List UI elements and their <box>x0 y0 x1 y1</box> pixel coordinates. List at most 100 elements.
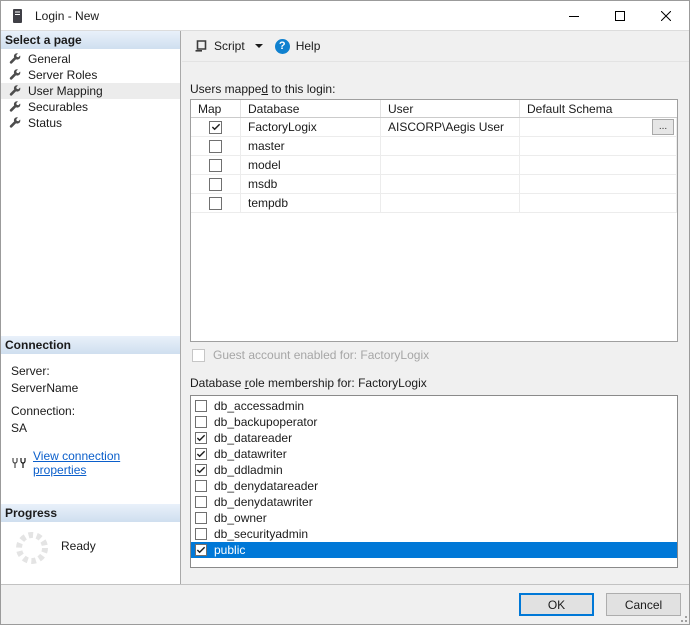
database-cell: FactoryLogix <box>241 118 381 136</box>
role-label: db_securityadmin <box>214 527 308 541</box>
minimize-button[interactable] <box>551 1 597 30</box>
sidebar-item-securables[interactable]: Securables <box>1 99 180 115</box>
role-membership-label-post: ole membership for: FactoryLogix <box>249 376 427 390</box>
page-list: GeneralServer RolesUser MappingSecurable… <box>1 49 180 336</box>
role-label: db_ddladmin <box>214 463 283 477</box>
role-checkbox[interactable] <box>195 496 207 508</box>
script-dropdown-arrow-icon[interactable] <box>255 44 263 52</box>
default-schema-cell: ... <box>520 118 677 136</box>
role-item-db-backupoperator[interactable]: db_backupoperator <box>191 414 677 430</box>
guest-account-label: Guest account enabled for: FactoryLogix <box>213 348 429 362</box>
map-cell <box>191 194 241 212</box>
sidebar-item-server-roles[interactable]: Server Roles <box>1 67 180 83</box>
role-checkbox[interactable] <box>195 416 207 428</box>
close-button[interactable] <box>643 1 689 30</box>
resize-grip[interactable] <box>678 613 687 622</box>
table-row[interactable]: tempdb <box>191 194 677 213</box>
map-cell <box>191 175 241 193</box>
table-row[interactable]: msdb <box>191 175 677 194</box>
user-mapping-page: Users mapped to this login: MapDatabaseU… <box>182 62 689 584</box>
sidebar-item-label: Securables <box>28 100 88 114</box>
table-body: FactoryLogixAISCORP\Aegis User...masterm… <box>191 118 677 213</box>
role-item-db-datareader[interactable]: db_datareader <box>191 430 677 446</box>
progress-header: Progress <box>1 504 180 522</box>
map-checkbox[interactable] <box>209 140 222 153</box>
select-a-page-header: Select a page <box>1 31 180 49</box>
help-button[interactable]: ? Help <box>270 36 326 57</box>
role-label: db_denydatareader <box>214 479 318 493</box>
role-item-db-denydatareader[interactable]: db_denydatareader <box>191 478 677 494</box>
sidebar-item-user-mapping[interactable]: User Mapping <box>1 83 180 99</box>
user-cell <box>381 156 520 174</box>
default-schema-cell <box>520 156 677 174</box>
role-checkbox[interactable] <box>195 432 207 444</box>
progress-status: Ready <box>61 539 96 553</box>
users-mapped-label-post: to this login: <box>268 82 335 96</box>
wrench-icon <box>9 69 21 81</box>
role-item-db-ddladmin[interactable]: db_ddladmin <box>191 462 677 478</box>
help-label: Help <box>296 39 321 53</box>
role-checkbox[interactable] <box>195 464 207 476</box>
table-row[interactable]: FactoryLogixAISCORP\Aegis User... <box>191 118 677 137</box>
wrench-icon <box>9 85 21 97</box>
help-icon: ? <box>275 39 290 54</box>
table-row[interactable]: master <box>191 137 677 156</box>
server-value: ServerName <box>11 381 172 395</box>
map-cell <box>191 137 241 155</box>
map-checkbox[interactable] <box>209 178 222 191</box>
role-checkbox[interactable] <box>195 544 207 556</box>
role-item-db-denydatawriter[interactable]: db_denydatawriter <box>191 494 677 510</box>
script-button[interactable]: Script <box>189 36 270 56</box>
column-header-database: Database <box>241 100 381 117</box>
sidebar-item-status[interactable]: Status <box>1 115 180 131</box>
column-header-default-schema: Default Schema <box>520 100 677 117</box>
map-cell <box>191 118 241 136</box>
server-label: Server: <box>11 364 172 378</box>
table-row[interactable]: model <box>191 156 677 175</box>
role-label: db_denydatawriter <box>214 495 313 509</box>
role-item-db-securityadmin[interactable]: db_securityadmin <box>191 526 677 542</box>
sidebar-item-label: Server Roles <box>28 68 97 82</box>
role-membership-label-pre: Database <box>190 376 245 390</box>
role-checkbox[interactable] <box>195 400 207 412</box>
toolbar: Script ? Help <box>182 31 689 62</box>
cancel-button[interactable]: Cancel <box>606 593 681 616</box>
database-cell: master <box>241 137 381 155</box>
role-checkbox[interactable] <box>195 448 207 460</box>
footer: OK Cancel <box>1 584 689 624</box>
maximize-button[interactable] <box>597 1 643 30</box>
role-checkbox[interactable] <box>195 480 207 492</box>
column-header-map: Map <box>191 100 241 117</box>
wrench-icon <box>9 117 21 129</box>
database-cell: msdb <box>241 175 381 193</box>
role-checkbox[interactable] <box>195 528 207 540</box>
role-item-db-datawriter[interactable]: db_datawriter <box>191 446 677 462</box>
table-header-row: MapDatabaseUserDefault Schema <box>191 100 677 118</box>
map-checkbox[interactable] <box>209 121 222 134</box>
sidebar-item-general[interactable]: General <box>1 51 180 67</box>
column-header-user: User <box>381 100 520 117</box>
view-connection-properties-link[interactable]: View connection properties <box>33 449 172 477</box>
user-cell <box>381 194 520 212</box>
connection-properties-row: View connection properties <box>11 449 172 477</box>
map-checkbox[interactable] <box>209 159 222 172</box>
database-cell: tempdb <box>241 194 381 212</box>
role-checkbox[interactable] <box>195 512 207 524</box>
script-icon <box>194 39 208 53</box>
default-schema-browse-button[interactable]: ... <box>652 119 674 135</box>
map-checkbox[interactable] <box>209 197 222 210</box>
role-label: db_datawriter <box>214 447 287 461</box>
progress-spinner-icon <box>14 530 50 566</box>
role-item-db-accessadmin[interactable]: db_accessadmin <box>191 398 677 414</box>
window-title: Login - New <box>35 9 99 23</box>
script-label: Script <box>214 39 245 53</box>
wrench-icon <box>9 53 21 65</box>
titlebar[interactable]: Login - New <box>1 1 689 31</box>
guest-account-row: Guest account enabled for: FactoryLogix <box>192 348 429 362</box>
role-item-public[interactable]: public <box>191 542 677 558</box>
default-schema-cell <box>520 194 677 212</box>
progress-panel: Ready <box>1 522 180 586</box>
role-item-db-owner[interactable]: db_owner <box>191 510 677 526</box>
login-window-icon <box>12 8 25 24</box>
ok-button[interactable]: OK <box>519 593 594 616</box>
